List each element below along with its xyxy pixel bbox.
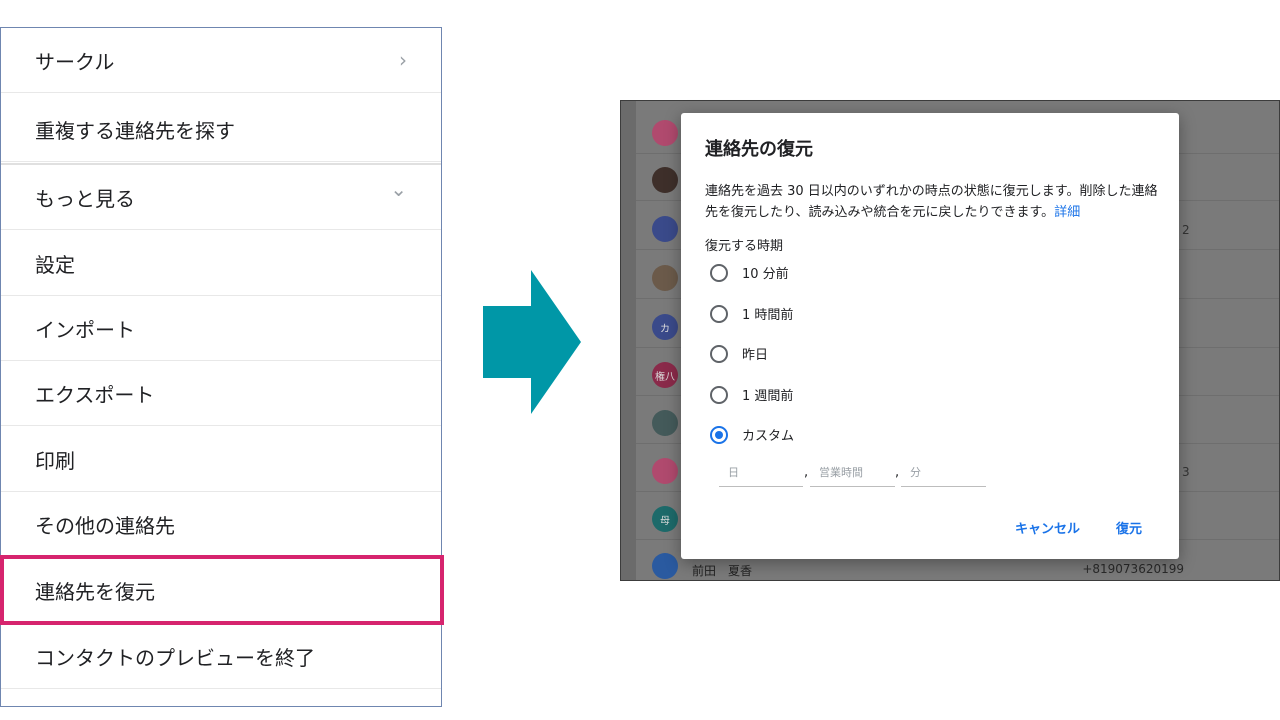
chevron-right-icon: › [399,48,407,72]
contacts-side-menu: サークル › 重複する連絡先を探す もっと見る ⌄ 設定 インポート エクスポー… [0,27,442,707]
menu-item-find-duplicates[interactable]: 重複する連絡先を探す [1,97,441,162]
dialog-title: 連絡先の復元 [705,139,813,160]
radio-button[interactable] [710,263,728,282]
avatar: 母 [652,506,678,532]
field-separator: , [804,465,809,480]
menu-item-other-contacts[interactable]: その他の連絡先 [1,492,441,557]
menu-item-more[interactable]: もっと見る ⌄ [1,165,441,230]
menu-item-label: 印刷 [35,448,75,473]
field-separator: , [895,465,900,480]
avatar [652,553,678,579]
avatar [652,120,678,146]
option-label: 昨日 [742,348,769,363]
option-custom[interactable]: カスタム [710,425,794,444]
option-label: 10 分前 [742,267,789,282]
option-1-hour[interactable]: 1 時間前 [710,304,793,323]
day-field[interactable]: 日 [719,463,803,487]
hours-field[interactable]: 営業時間 [810,463,895,487]
menu-item-label: コンタクトのプレビューを終了 [35,645,315,670]
menu-item-settings[interactable]: 設定 [1,231,441,296]
menu-item-print[interactable]: 印刷 [1,427,441,492]
radio-button[interactable] [710,304,728,323]
avatar [652,458,678,484]
radio-button[interactable] [710,385,728,404]
radio-button-selected[interactable] [710,425,728,444]
menu-item-label: 連絡先を復元 [35,579,155,604]
menu-item-label: 重複する連絡先を探す [35,118,235,143]
avatar [652,167,678,193]
dialog-description: 連絡先を過去 30 日以内のいずれかの時点の状態に復元します。削除した連絡先を復… [705,181,1160,223]
contact-name: 前田 夏香 [692,564,753,578]
option-label: カスタム [742,429,795,444]
radio-button[interactable] [710,344,728,363]
avatar [652,265,678,291]
phone-fragment: 2 [1182,223,1190,237]
avatar [652,410,678,436]
right-arrow-icon [483,270,581,414]
phone-fragment: 3 [1182,465,1190,479]
menu-item-restore-contacts[interactable]: 連絡先を復元 [1,558,441,623]
menu-item-label: サークル [35,49,115,74]
avatar: カ [652,314,678,340]
menu-item-label: エクスポート [35,382,155,407]
menu-item-label: 設定 [35,252,75,277]
option-label: 1 時間前 [742,308,794,323]
avatar: 権八 [652,362,678,388]
option-10-minutes[interactable]: 10 分前 [710,263,789,282]
chevron-down-icon: ⌄ [390,177,407,202]
menu-item-label: インポート [35,317,135,342]
restore-button[interactable]: 復元 [1116,518,1142,537]
menu-item-export[interactable]: エクスポート [1,361,441,426]
menu-item-label: もっと見る [35,186,135,211]
option-yesterday[interactable]: 昨日 [710,344,768,363]
minutes-field[interactable]: 分 [901,463,986,487]
restore-contacts-dialog: 連絡先の復元 連絡先を過去 30 日以内のいずれかの時点の状態に復元します。削除… [681,113,1179,559]
menu-item-label: その他の連絡先 [35,513,175,538]
contact-phone: +819073620199 [1082,562,1184,576]
menu-item-circles[interactable]: サークル › [1,28,441,93]
details-link[interactable]: 詳細 [1054,205,1080,220]
restore-time-label: 復元する時期 [705,239,784,254]
dialog-description-text: 連絡先を過去 30 日以内のいずれかの時点の状態に復元します。削除した連絡先を復… [705,184,1158,220]
option-1-week[interactable]: 1 週間前 [710,385,793,404]
menu-item-exit-preview[interactable]: コンタクトのプレビューを終了 [1,624,441,689]
avatar [652,216,678,242]
option-label: 1 週間前 [742,389,794,404]
cancel-button[interactable]: キャンセル [1015,518,1080,537]
menu-item-import[interactable]: インポート [1,296,441,361]
